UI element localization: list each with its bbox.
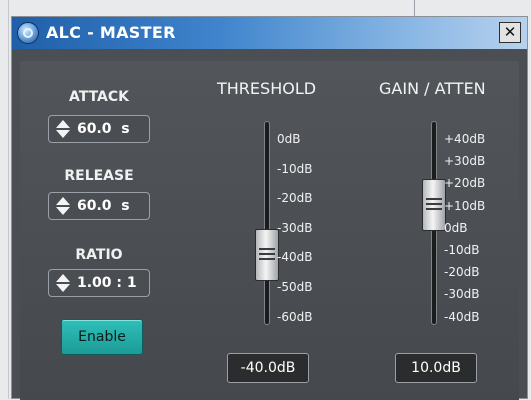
background-divider bbox=[8, 0, 9, 399]
attack-value[interactable]: 60.0 s bbox=[77, 121, 130, 137]
gain-tick-label: +20dB bbox=[444, 176, 486, 191]
threshold-tick-label: -50dB bbox=[277, 280, 313, 294]
enable-button[interactable]: Enable bbox=[61, 319, 143, 355]
threshold-tick-label: -40dB bbox=[277, 250, 313, 265]
threshold-slider-track[interactable] bbox=[264, 121, 270, 325]
gain-tick-label: -10dB bbox=[444, 243, 480, 257]
release-label: RELEASE bbox=[64, 168, 134, 184]
release-spinner[interactable]: 60.0 s bbox=[48, 192, 150, 220]
gain-tick-label: +30dB bbox=[444, 154, 486, 169]
gain-tick-label: +40dB bbox=[444, 132, 486, 146]
threshold-slider-thumb[interactable] bbox=[255, 229, 279, 281]
threshold-tick-label: -30dB bbox=[277, 220, 313, 235]
threshold-tick-label: 0dB bbox=[277, 132, 301, 146]
gain-tick-label: -30dB bbox=[444, 287, 480, 302]
gain-slider-thumb[interactable] bbox=[422, 179, 446, 231]
ratio-value[interactable]: 1.00 : 1 bbox=[77, 275, 137, 291]
gain-atten-title: GAIN / ATTEN bbox=[379, 79, 486, 98]
spinner-arrows-icon[interactable] bbox=[56, 274, 70, 293]
threshold-tick-label: -10dB bbox=[277, 161, 313, 176]
down-arrow-icon[interactable] bbox=[56, 284, 70, 292]
window-title: ALC - MASTER bbox=[46, 23, 176, 42]
alc-panel: ATTACK 60.0 s RELEASE 60.0 s RATIO 1.00 bbox=[20, 61, 519, 400]
release-value[interactable]: 60.0 s bbox=[77, 198, 130, 214]
app-globe-icon bbox=[17, 22, 39, 44]
spinner-arrows-icon[interactable] bbox=[56, 120, 70, 139]
alc-master-window: ALC - MASTER ✕ ATTACK 60.0 s RELEASE 60.… bbox=[11, 16, 528, 400]
attack-spinner[interactable]: 60.0 s bbox=[48, 115, 150, 143]
attack-label: ATTACK bbox=[68, 89, 130, 105]
threshold-readout: -40.0dB bbox=[227, 353, 309, 383]
down-arrow-icon[interactable] bbox=[56, 130, 70, 138]
threshold-title: THRESHOLD bbox=[217, 79, 317, 98]
up-arrow-icon[interactable] bbox=[56, 197, 70, 205]
close-button[interactable]: ✕ bbox=[499, 22, 521, 43]
up-arrow-icon[interactable] bbox=[56, 274, 70, 282]
gain-tick-label: -40dB bbox=[444, 309, 480, 324]
gain-tick-label: +10dB bbox=[444, 198, 486, 213]
ratio-label: RATIO bbox=[75, 247, 123, 263]
background-divider-top bbox=[414, 0, 415, 16]
spinner-arrows-icon[interactable] bbox=[56, 197, 70, 216]
gain-readout: 10.0dB bbox=[395, 353, 477, 383]
gain-tick-label: -20dB bbox=[444, 265, 480, 280]
threshold-tick-label: -60dB bbox=[277, 309, 313, 324]
gain-tick-label: 0dB bbox=[444, 220, 468, 235]
up-arrow-icon[interactable] bbox=[56, 120, 70, 128]
ratio-spinner[interactable]: 1.00 : 1 bbox=[48, 269, 150, 297]
threshold-tick-label: -20dB bbox=[277, 191, 313, 206]
title-bar[interactable]: ALC - MASTER ✕ bbox=[12, 17, 527, 49]
down-arrow-icon[interactable] bbox=[56, 207, 70, 215]
